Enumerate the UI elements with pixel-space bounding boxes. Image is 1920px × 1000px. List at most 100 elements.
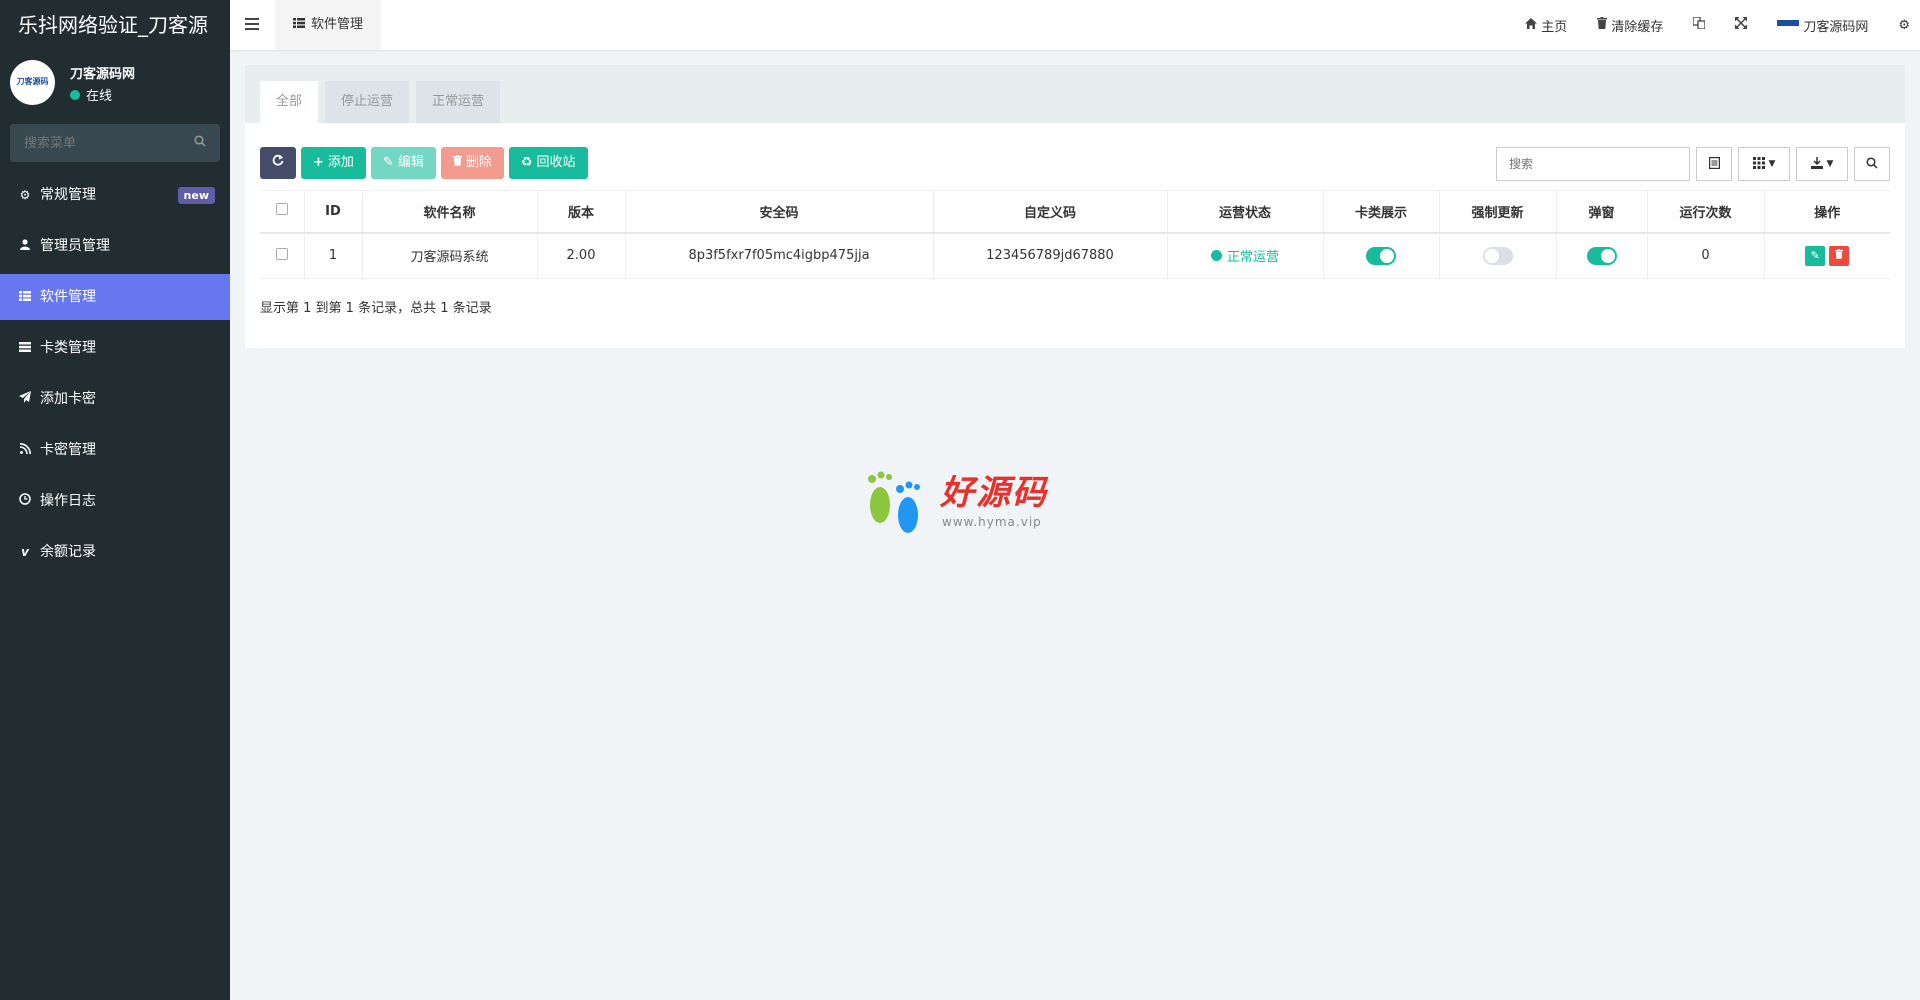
- col-popup[interactable]: 弹窗: [1555, 190, 1647, 234]
- settings-button[interactable]: ⚙: [1898, 18, 1910, 33]
- sidebar-item-label: 软件管理: [40, 289, 96, 305]
- top-header: 软件管理 主页 清除缓存 刀客源码网 ⚙: [230, 0, 1920, 50]
- select-all-cell: [260, 190, 304, 234]
- cell-status: 正常运营: [1166, 232, 1323, 279]
- delete-button[interactable]: 删除: [440, 147, 504, 179]
- col-secret[interactable]: 安全码: [624, 190, 933, 234]
- cell-popup: [1555, 232, 1647, 279]
- sidebar-item-label: 添加卡密: [40, 391, 96, 407]
- row-checkbox[interactable]: [275, 247, 288, 260]
- sidebar-item-software[interactable]: 软件管理: [0, 274, 230, 320]
- search-icon: [1866, 156, 1878, 172]
- new-badge: new: [177, 187, 215, 204]
- columns-dropdown[interactable]: ▼: [1738, 147, 1790, 181]
- card-show-toggle[interactable]: [1366, 246, 1396, 265]
- col-name[interactable]: 软件名称: [361, 190, 537, 234]
- cell-id: 1: [303, 232, 362, 279]
- cogs-icon: ⚙: [19, 188, 31, 202]
- translate-icon: [1692, 16, 1706, 33]
- col-id[interactable]: ID: [303, 190, 362, 234]
- col-custom[interactable]: 自定义码: [932, 190, 1167, 234]
- vimeo-icon: v: [21, 545, 29, 559]
- row-select-cell: [260, 232, 304, 279]
- list-icon: [18, 274, 32, 320]
- menu-toggle-icon[interactable]: [245, 15, 259, 34]
- toolbar: + 添加 ✎ 编辑 删除 ♻ 回收站: [260, 147, 588, 179]
- home-link[interactable]: 主页: [1525, 16, 1567, 35]
- recycle-label: 回收站: [536, 155, 576, 170]
- trash-icon: [452, 147, 462, 179]
- pagination-info: 显示第 1 到第 1 条记录，总共 1 条记录: [260, 301, 492, 316]
- home-icon: [1525, 17, 1538, 33]
- status-label: 正常运营: [1226, 250, 1279, 266]
- content-panel: 全部 停止运营 正常运营 + 添加 ✎ 编辑 删除 ♻ 回收站 搜索 ▼ ▼ I…: [245, 65, 1905, 348]
- pencil-icon: ✎: [382, 155, 394, 170]
- tab-stopped[interactable]: 停止运营: [325, 81, 410, 123]
- grid-icon: [1752, 156, 1765, 172]
- caret-down-icon: ▼: [1768, 159, 1776, 169]
- status-badge[interactable]: 正常运营: [1210, 246, 1279, 266]
- advanced-search-button[interactable]: [1854, 147, 1890, 181]
- sidebar-item-cardtype[interactable]: 卡类管理: [0, 325, 230, 371]
- sidebar-item-admin[interactable]: 管理员管理: [0, 223, 230, 269]
- online-dot-icon: [70, 89, 80, 100]
- status-tabs: 全部 停止运营 正常运营: [245, 65, 1905, 123]
- cell-card-show: [1322, 232, 1439, 279]
- edit-button[interactable]: ✎ 编辑: [370, 147, 436, 179]
- row-delete-button[interactable]: [1829, 245, 1850, 266]
- sidebar-item-label: 操作日志: [40, 493, 96, 509]
- site-profile[interactable]: 刀客源码网: [1777, 16, 1868, 35]
- user-status: 在线: [70, 85, 112, 104]
- menu-search-input[interactable]: [10, 124, 220, 162]
- translate-button[interactable]: [1692, 16, 1706, 33]
- row-edit-button[interactable]: ✎: [1805, 245, 1826, 266]
- watermark-url: www.hyma.vip: [942, 515, 1042, 529]
- refresh-button[interactable]: [260, 147, 296, 179]
- tab-software[interactable]: 软件管理: [275, 0, 382, 50]
- toggle-view-button[interactable]: [1696, 147, 1732, 181]
- download-icon: [1810, 156, 1823, 172]
- col-card-show[interactable]: 卡类展示: [1322, 190, 1439, 234]
- popup-toggle[interactable]: [1586, 246, 1617, 265]
- cell-name: 刀客源码系统: [361, 232, 537, 279]
- app-title: 乐抖网络验证_刀客源: [0, 0, 230, 50]
- col-actions: 操作: [1763, 190, 1890, 234]
- sidebar-item-addcard[interactable]: 添加卡密: [0, 376, 230, 422]
- col-status[interactable]: 运营状态: [1166, 190, 1323, 234]
- export-dropdown[interactable]: ▼: [1796, 147, 1848, 181]
- col-runs[interactable]: 运行次数: [1646, 190, 1764, 234]
- sidebar-item-balance[interactable]: v 余额记录: [0, 529, 230, 575]
- cell-force-update: [1438, 232, 1556, 279]
- list-alt-icon: [1708, 156, 1720, 172]
- table-tools: ▼ ▼: [1496, 147, 1890, 181]
- table-search-input[interactable]: [1496, 147, 1690, 181]
- delete-label: 删除: [465, 155, 492, 170]
- sidebar-item-label: 管理员管理: [40, 238, 110, 254]
- add-button[interactable]: + 添加: [301, 147, 366, 179]
- footprint-icon: [868, 471, 920, 533]
- col-version[interactable]: 版本: [536, 190, 625, 234]
- select-all-checkbox[interactable]: [275, 203, 288, 216]
- fullscreen-button[interactable]: [1735, 17, 1748, 33]
- list-icon: [293, 0, 305, 50]
- user-panel: 刀客源码 刀客源码网 在线: [0, 50, 230, 118]
- pencil-icon: ✎: [1810, 249, 1820, 263]
- sidebar-item-cardmanage[interactable]: 卡密管理: [0, 427, 230, 473]
- cell-runs: 0: [1646, 232, 1764, 279]
- sidebar-item-general[interactable]: ⚙ 常规管理 new: [0, 172, 230, 218]
- watermark-logo: 好源码 www.hyma.vip: [862, 465, 1052, 540]
- status-dot-icon: [1210, 250, 1222, 262]
- recycle-bin-button[interactable]: ♻ 回收站: [508, 147, 588, 179]
- sidebar-item-log[interactable]: 操作日志: [0, 478, 230, 524]
- cell-actions: ✎: [1763, 232, 1890, 279]
- table-header-row: ID 软件名称 版本 安全码 自定义码 运营状态 卡类展示 强制更新 弹窗 运行…: [260, 190, 1890, 234]
- tab-running[interactable]: 正常运营: [416, 81, 501, 123]
- col-force-update[interactable]: 强制更新: [1438, 190, 1556, 234]
- search-icon[interactable]: [194, 135, 206, 151]
- edit-label: 编辑: [397, 155, 424, 170]
- clear-cache-button[interactable]: 清除缓存: [1597, 16, 1663, 35]
- sidebar-item-label: 余额记录: [40, 544, 96, 560]
- force-update-toggle[interactable]: [1482, 246, 1513, 265]
- user-icon: [18, 223, 32, 269]
- tab-all[interactable]: 全部: [260, 81, 319, 123]
